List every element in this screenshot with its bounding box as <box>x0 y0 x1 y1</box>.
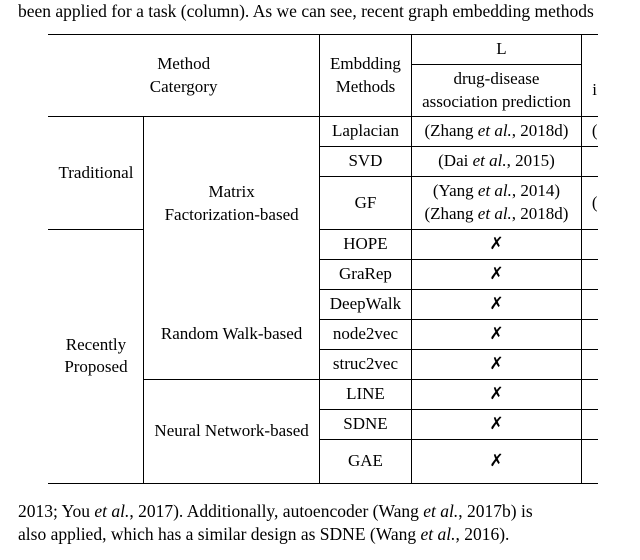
cat-recently-proposed: RecentlyProposed <box>48 230 143 484</box>
hdr-L-cut: L <box>412 34 582 64</box>
method-hope: HOPE <box>319 230 411 260</box>
methods-table: Method Catergory Embdding Methods L drug… <box>48 34 597 484</box>
method-deepwalk: DeepWalk <box>319 290 411 320</box>
line2: also applied, which has a similar design… <box>18 524 509 544</box>
method-gf: GF <box>319 177 411 230</box>
line1: 2013; You et al., 2017). Additionally, a… <box>18 501 533 521</box>
cite-dai2015: (Dai et al., 2015) <box>438 151 555 170</box>
cite-zhang2018d-2: (Zhang et al., 2018d) <box>424 204 568 223</box>
cite-yang2014: (Yang et al., 2014) <box>433 181 560 200</box>
cat-traditional: Traditional <box>48 117 143 230</box>
cut-gae <box>581 439 597 483</box>
task-grarep: ✗ <box>412 260 582 290</box>
method-svd: SVD <box>319 147 411 177</box>
cut-struc2vec <box>581 349 597 379</box>
method-struc2vec: struc2vec <box>319 349 411 379</box>
cut-grarep <box>581 260 597 290</box>
method-grarep: GraRep <box>319 260 411 290</box>
task-sdne: ✗ <box>412 409 582 439</box>
method-gae: GAE <box>319 439 411 483</box>
cite-zhang2018d: (Zhang et al., 2018d) <box>424 121 568 140</box>
body-text-above: been applied for a task (column). As we … <box>18 0 628 24</box>
sub-matrix-factorization: MatrixFactorization-based <box>144 117 319 290</box>
method-sdne: SDNE <box>319 409 411 439</box>
task-laplacian: (Zhang et al., 2018d) <box>412 117 582 147</box>
cut-svd <box>581 147 597 177</box>
cut-line <box>581 379 597 409</box>
task-line: ✗ <box>412 379 582 409</box>
task-struc2vec: ✗ <box>412 349 582 379</box>
cut-laplacian: ( <box>581 117 597 147</box>
cut-sdne <box>581 409 597 439</box>
hdr-i-cut: i <box>581 64 597 117</box>
task-hope: ✗ <box>412 230 582 260</box>
method-laplacian: Laplacian <box>319 117 411 147</box>
hdr-embedding-methods: Embdding Methods <box>319 34 411 117</box>
task-gae: ✗ <box>412 439 582 483</box>
cut-deepwalk <box>581 290 597 320</box>
hdr-task: drug-disease association prediction <box>412 64 582 117</box>
method-node2vec: node2vec <box>319 320 411 350</box>
task-gf: (Yang et al., 2014) (Zhang et al., 2018d… <box>412 177 582 230</box>
task-deepwalk: ✗ <box>412 290 582 320</box>
method-line: LINE <box>319 379 411 409</box>
task-svd: (Dai et al., 2015) <box>412 147 582 177</box>
cut-hope <box>581 230 597 260</box>
body-text-below: 2013; You et al., 2017). Additionally, a… <box>18 500 628 547</box>
hdr-method-category: Method Catergory <box>48 34 319 117</box>
sub-random-walk: Random Walk-based <box>144 290 319 380</box>
cut-gf: ( <box>581 177 597 230</box>
cut-node2vec <box>581 320 597 350</box>
task-node2vec: ✗ <box>412 320 582 350</box>
sub-neural-network: Neural Network-based <box>144 379 319 483</box>
